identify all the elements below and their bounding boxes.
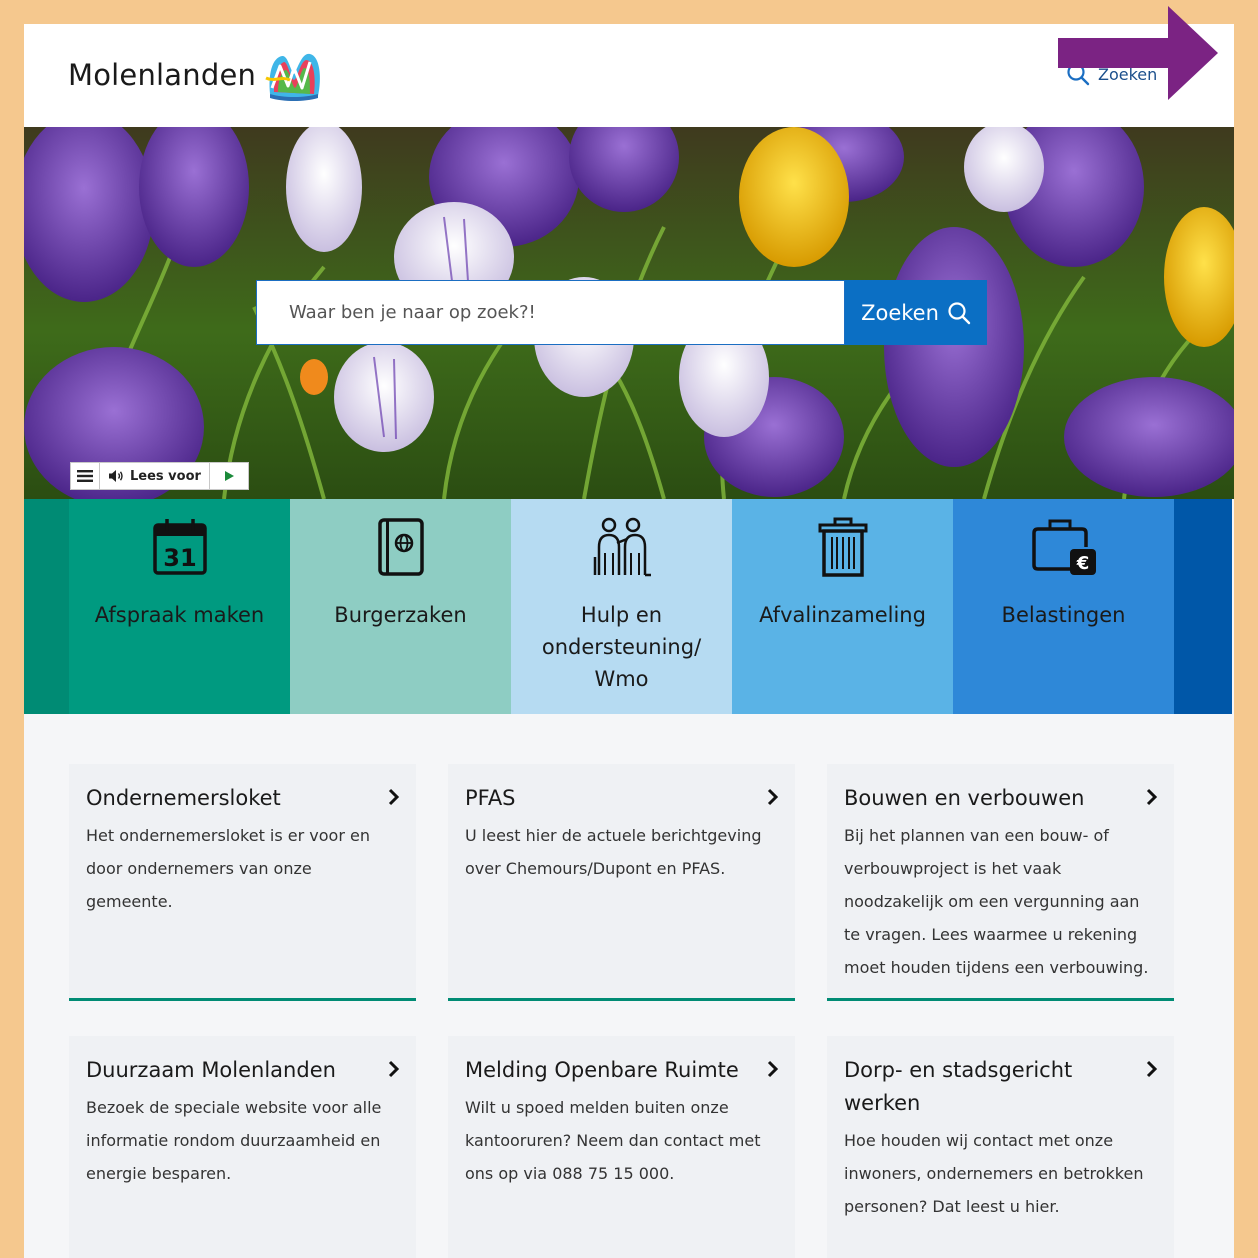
chevron-right-icon [388, 788, 400, 806]
card-description: Wilt u spoed melden buiten onze kantooru… [465, 1098, 761, 1183]
tile-afvalinzameling[interactable]: Afvalinzameling [732, 499, 953, 714]
card-melding-openbare-ruimte[interactable]: Melding Openbare Ruimte Wilt u spoed mel… [448, 1036, 795, 1258]
readspeaker-label: Lees voor [130, 468, 201, 484]
hero-search-box [256, 280, 845, 345]
search-icon [948, 301, 971, 324]
card-description: Hoe houden wij contact met onze inwoners… [844, 1131, 1144, 1216]
site-logo[interactable]: Molenlanden [68, 48, 324, 102]
site-header: Molenlanden Zoeken [24, 24, 1234, 127]
annotation-arrow-icon [1058, 6, 1218, 100]
calendar-icon: 31 [152, 517, 208, 577]
card-title: Dorp- en stadsgericht werken [844, 1058, 1073, 1115]
card-title: Bouwen en verbouwen [844, 786, 1085, 810]
chevron-right-icon [767, 1060, 779, 1078]
hero-search-input[interactable] [289, 302, 844, 323]
trash-bin-icon [818, 517, 868, 577]
tile-belastingen[interactable]: € Belastingen [953, 499, 1174, 714]
tile-label: Burgerzaken [334, 603, 467, 627]
readspeaker-read-button[interactable]: Lees voor [100, 463, 210, 489]
calendar-day-text: 31 [163, 544, 196, 572]
speaker-icon [109, 470, 123, 482]
tile-edge-right [1174, 499, 1232, 714]
svg-text:€: € [1075, 553, 1089, 574]
logo-text: Molenlanden [68, 58, 257, 92]
card-description: U leest hier de actuele berichtgeving ov… [465, 826, 762, 878]
readspeaker-toolbar: Lees voor [70, 462, 249, 490]
chevron-right-icon [1146, 788, 1158, 806]
card-description: Bezoek de speciale website voor alle inf… [86, 1098, 382, 1183]
card-ondernemersloket[interactable]: Ondernemersloket Het ondernemersloket is… [69, 764, 416, 1001]
card-description: Het ondernemersloket is er voor en door … [86, 826, 370, 911]
tile-burgerzaken[interactable]: Burgerzaken [290, 499, 511, 714]
wallet-euro-icon: € [1031, 517, 1096, 577]
hero-banner: Zoeken Lees voor [24, 127, 1234, 499]
card-dorp-en-stadsgericht-werken[interactable]: Dorp- en stadsgericht werken Hoe houden … [827, 1036, 1174, 1258]
browser-viewport: Molenlanden Zoeken Waar ben je naar op z… [24, 24, 1234, 1258]
menu-icon [77, 470, 93, 482]
service-tiles: 31 Afspraak maken Burgerzaken Hulp en on… [24, 499, 1234, 714]
card-title: Ondernemersloket [86, 786, 281, 810]
card-title: Duurzaam Molenlanden [86, 1058, 336, 1082]
card-pfas[interactable]: PFAS U leest hier de actuele berichtgevi… [448, 764, 795, 1001]
card-bouwen-en-verbouwen[interactable]: Bouwen en verbouwen Bij het plannen van … [827, 764, 1174, 1001]
logo-mark-icon [265, 53, 321, 101]
tile-afspraak-maken[interactable]: 31 Afspraak maken [69, 499, 290, 714]
card-title: PFAS [465, 786, 516, 810]
chevron-right-icon [1146, 1060, 1158, 1078]
hero-search-button-label: Zoeken [861, 300, 939, 325]
chevron-right-icon [767, 788, 779, 806]
card-duurzaam-molenlanden[interactable]: Duurzaam Molenlanden Bezoek de speciale … [69, 1036, 416, 1258]
readspeaker-menu-button[interactable] [71, 463, 100, 489]
hero-search-button[interactable]: Zoeken [845, 280, 987, 345]
topic-cards: Ondernemersloket Het ondernemersloket is… [69, 764, 1175, 1258]
tile-edge-left [24, 499, 69, 714]
card-description: Bij het plannen van een bouw- of verbouw… [844, 826, 1149, 977]
passport-icon [377, 517, 425, 577]
card-title: Melding Openbare Ruimte [465, 1058, 739, 1082]
tile-label: Afspraak maken [94, 603, 265, 627]
tile-label: Hulp en ondersteuning/ Wmo [541, 603, 702, 691]
tile-label: Belastingen [1001, 603, 1126, 627]
tile-hulp-en-ondersteuning[interactable]: Hulp en ondersteuning/ Wmo [511, 499, 732, 714]
care-people-icon [591, 517, 653, 577]
chevron-right-icon [388, 1060, 400, 1078]
tile-label: Afvalinzameling [759, 603, 926, 627]
readspeaker-play-button[interactable] [210, 463, 248, 489]
play-icon [224, 471, 234, 481]
